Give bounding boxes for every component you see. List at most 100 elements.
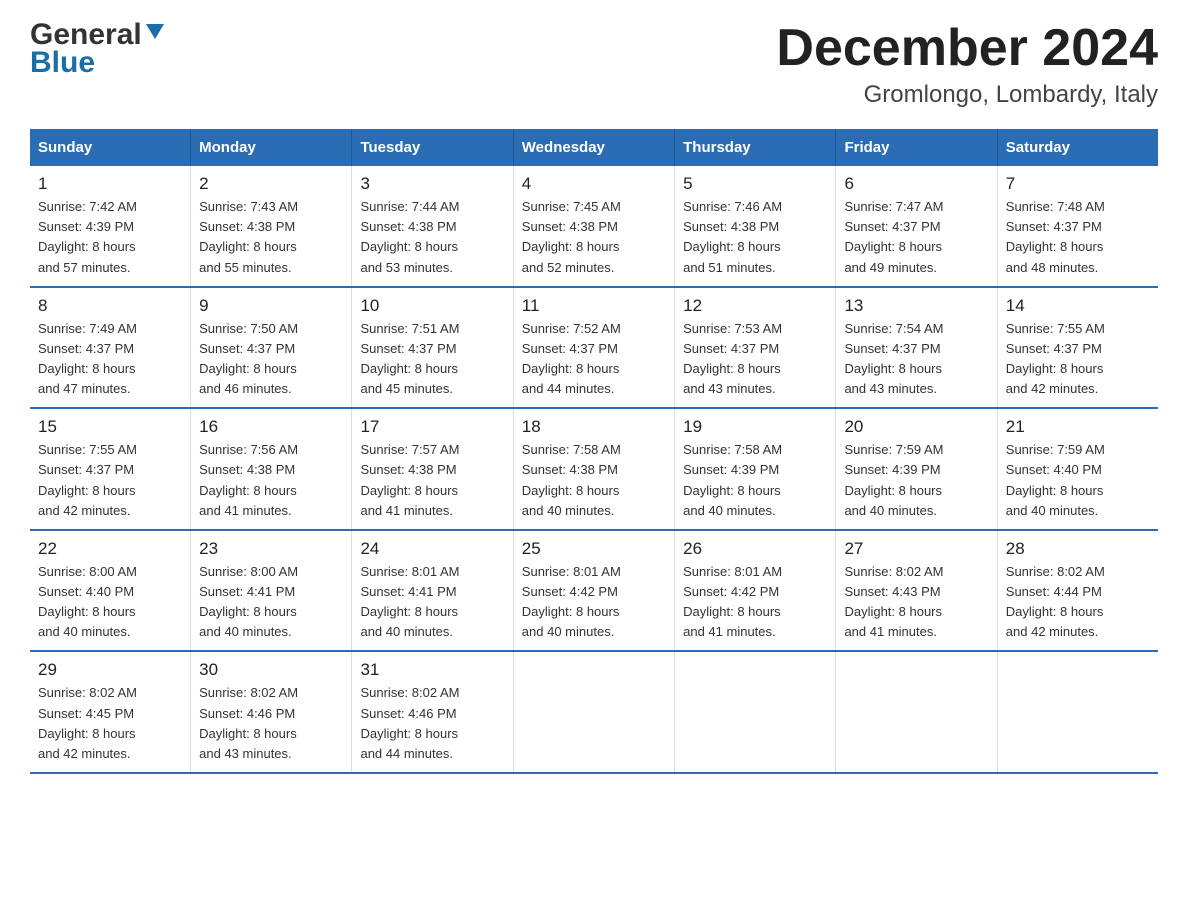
day-info: Sunrise: 7:46 AMSunset: 4:38 PMDaylight:… bbox=[683, 199, 782, 274]
header-friday: Friday bbox=[836, 129, 997, 166]
day-info: Sunrise: 8:00 AMSunset: 4:41 PMDaylight:… bbox=[199, 564, 298, 639]
day-number: 25 bbox=[522, 539, 666, 559]
header-sunday: Sunday bbox=[30, 129, 191, 166]
calendar-cell: 31 Sunrise: 8:02 AMSunset: 4:46 PMDaylig… bbox=[352, 651, 513, 773]
calendar-cell: 6 Sunrise: 7:47 AMSunset: 4:37 PMDayligh… bbox=[836, 166, 997, 287]
day-number: 7 bbox=[1006, 174, 1150, 194]
day-info: Sunrise: 8:02 AMSunset: 4:43 PMDaylight:… bbox=[844, 564, 943, 639]
day-info: Sunrise: 7:48 AMSunset: 4:37 PMDaylight:… bbox=[1006, 199, 1105, 274]
calendar-cell: 12 Sunrise: 7:53 AMSunset: 4:37 PMDaylig… bbox=[675, 287, 836, 409]
header-thursday: Thursday bbox=[675, 129, 836, 166]
day-info: Sunrise: 7:43 AMSunset: 4:38 PMDaylight:… bbox=[199, 199, 298, 274]
calendar-cell: 3 Sunrise: 7:44 AMSunset: 4:38 PMDayligh… bbox=[352, 166, 513, 287]
day-info: Sunrise: 8:02 AMSunset: 4:44 PMDaylight:… bbox=[1006, 564, 1105, 639]
calendar-cell bbox=[836, 651, 997, 773]
calendar-cell: 7 Sunrise: 7:48 AMSunset: 4:37 PMDayligh… bbox=[997, 166, 1158, 287]
calendar-cell: 23 Sunrise: 8:00 AMSunset: 4:41 PMDaylig… bbox=[191, 530, 352, 652]
day-number: 18 bbox=[522, 417, 666, 437]
day-number: 31 bbox=[360, 660, 504, 680]
day-info: Sunrise: 7:51 AMSunset: 4:37 PMDaylight:… bbox=[360, 321, 459, 396]
calendar-cell: 4 Sunrise: 7:45 AMSunset: 4:38 PMDayligh… bbox=[513, 166, 674, 287]
day-info: Sunrise: 8:01 AMSunset: 4:41 PMDaylight:… bbox=[360, 564, 459, 639]
calendar-cell: 5 Sunrise: 7:46 AMSunset: 4:38 PMDayligh… bbox=[675, 166, 836, 287]
day-info: Sunrise: 7:59 AMSunset: 4:39 PMDaylight:… bbox=[844, 442, 943, 517]
logo: General Blue bbox=[30, 20, 166, 78]
day-number: 5 bbox=[683, 174, 827, 194]
day-number: 3 bbox=[360, 174, 504, 194]
header-wednesday: Wednesday bbox=[513, 129, 674, 166]
calendar-cell: 10 Sunrise: 7:51 AMSunset: 4:37 PMDaylig… bbox=[352, 287, 513, 409]
calendar-cell bbox=[513, 651, 674, 773]
logo-arrow-icon bbox=[144, 20, 166, 47]
day-number: 26 bbox=[683, 539, 827, 559]
header-monday: Monday bbox=[191, 129, 352, 166]
calendar-table: Sunday Monday Tuesday Wednesday Thursday… bbox=[30, 129, 1158, 774]
day-info: Sunrise: 7:58 AMSunset: 4:39 PMDaylight:… bbox=[683, 442, 782, 517]
calendar-cell bbox=[997, 651, 1158, 773]
calendar-cell: 30 Sunrise: 8:02 AMSunset: 4:46 PMDaylig… bbox=[191, 651, 352, 773]
day-info: Sunrise: 8:02 AMSunset: 4:46 PMDaylight:… bbox=[360, 685, 459, 760]
calendar-cell: 16 Sunrise: 7:56 AMSunset: 4:38 PMDaylig… bbox=[191, 408, 352, 530]
calendar-week-row: 22 Sunrise: 8:00 AMSunset: 4:40 PMDaylig… bbox=[30, 530, 1158, 652]
day-number: 9 bbox=[199, 296, 343, 316]
calendar-cell: 24 Sunrise: 8:01 AMSunset: 4:41 PMDaylig… bbox=[352, 530, 513, 652]
calendar-cell: 8 Sunrise: 7:49 AMSunset: 4:37 PMDayligh… bbox=[30, 287, 191, 409]
day-info: Sunrise: 7:56 AMSunset: 4:38 PMDaylight:… bbox=[199, 442, 298, 517]
day-number: 22 bbox=[38, 539, 182, 559]
day-number: 19 bbox=[683, 417, 827, 437]
day-info: Sunrise: 7:47 AMSunset: 4:37 PMDaylight:… bbox=[844, 199, 943, 274]
calendar-cell: 20 Sunrise: 7:59 AMSunset: 4:39 PMDaylig… bbox=[836, 408, 997, 530]
logo-blue-text: Blue bbox=[30, 48, 95, 78]
day-info: Sunrise: 8:00 AMSunset: 4:40 PMDaylight:… bbox=[38, 564, 137, 639]
calendar-cell: 28 Sunrise: 8:02 AMSunset: 4:44 PMDaylig… bbox=[997, 530, 1158, 652]
day-number: 13 bbox=[844, 296, 988, 316]
calendar-cell: 17 Sunrise: 7:57 AMSunset: 4:38 PMDaylig… bbox=[352, 408, 513, 530]
calendar-cell: 21 Sunrise: 7:59 AMSunset: 4:40 PMDaylig… bbox=[997, 408, 1158, 530]
day-number: 2 bbox=[199, 174, 343, 194]
day-info: Sunrise: 7:55 AMSunset: 4:37 PMDaylight:… bbox=[38, 442, 137, 517]
day-number: 1 bbox=[38, 174, 182, 194]
page-header: General Blue December 2024 Gromlongo, Lo… bbox=[30, 20, 1158, 109]
day-info: Sunrise: 7:44 AMSunset: 4:38 PMDaylight:… bbox=[360, 199, 459, 274]
day-number: 28 bbox=[1006, 539, 1150, 559]
day-number: 11 bbox=[522, 296, 666, 316]
calendar-cell: 2 Sunrise: 7:43 AMSunset: 4:38 PMDayligh… bbox=[191, 166, 352, 287]
calendar-cell: 22 Sunrise: 8:00 AMSunset: 4:40 PMDaylig… bbox=[30, 530, 191, 652]
day-info: Sunrise: 7:54 AMSunset: 4:37 PMDaylight:… bbox=[844, 321, 943, 396]
day-info: Sunrise: 8:01 AMSunset: 4:42 PMDaylight:… bbox=[683, 564, 782, 639]
calendar-cell bbox=[675, 651, 836, 773]
calendar-cell: 29 Sunrise: 8:02 AMSunset: 4:45 PMDaylig… bbox=[30, 651, 191, 773]
day-number: 14 bbox=[1006, 296, 1150, 316]
day-number: 10 bbox=[360, 296, 504, 316]
page-title: December 2024 bbox=[776, 20, 1158, 77]
day-info: Sunrise: 7:55 AMSunset: 4:37 PMDaylight:… bbox=[1006, 321, 1105, 396]
day-info: Sunrise: 7:52 AMSunset: 4:37 PMDaylight:… bbox=[522, 321, 621, 396]
day-number: 8 bbox=[38, 296, 182, 316]
day-info: Sunrise: 8:02 AMSunset: 4:45 PMDaylight:… bbox=[38, 685, 137, 760]
day-number: 4 bbox=[522, 174, 666, 194]
calendar-week-row: 29 Sunrise: 8:02 AMSunset: 4:45 PMDaylig… bbox=[30, 651, 1158, 773]
day-number: 6 bbox=[844, 174, 988, 194]
calendar-cell: 18 Sunrise: 7:58 AMSunset: 4:38 PMDaylig… bbox=[513, 408, 674, 530]
calendar-cell: 1 Sunrise: 7:42 AMSunset: 4:39 PMDayligh… bbox=[30, 166, 191, 287]
day-number: 27 bbox=[844, 539, 988, 559]
calendar-cell: 9 Sunrise: 7:50 AMSunset: 4:37 PMDayligh… bbox=[191, 287, 352, 409]
calendar-cell: 11 Sunrise: 7:52 AMSunset: 4:37 PMDaylig… bbox=[513, 287, 674, 409]
day-info: Sunrise: 7:42 AMSunset: 4:39 PMDaylight:… bbox=[38, 199, 137, 274]
calendar-cell: 25 Sunrise: 8:01 AMSunset: 4:42 PMDaylig… bbox=[513, 530, 674, 652]
calendar-cell: 19 Sunrise: 7:58 AMSunset: 4:39 PMDaylig… bbox=[675, 408, 836, 530]
day-info: Sunrise: 8:02 AMSunset: 4:46 PMDaylight:… bbox=[199, 685, 298, 760]
header-saturday: Saturday bbox=[997, 129, 1158, 166]
header-tuesday: Tuesday bbox=[352, 129, 513, 166]
day-number: 30 bbox=[199, 660, 343, 680]
calendar-cell: 13 Sunrise: 7:54 AMSunset: 4:37 PMDaylig… bbox=[836, 287, 997, 409]
day-info: Sunrise: 7:59 AMSunset: 4:40 PMDaylight:… bbox=[1006, 442, 1105, 517]
calendar-cell: 27 Sunrise: 8:02 AMSunset: 4:43 PMDaylig… bbox=[836, 530, 997, 652]
calendar-week-row: 1 Sunrise: 7:42 AMSunset: 4:39 PMDayligh… bbox=[30, 166, 1158, 287]
calendar-week-row: 8 Sunrise: 7:49 AMSunset: 4:37 PMDayligh… bbox=[30, 287, 1158, 409]
day-info: Sunrise: 7:45 AMSunset: 4:38 PMDaylight:… bbox=[522, 199, 621, 274]
calendar-week-row: 15 Sunrise: 7:55 AMSunset: 4:37 PMDaylig… bbox=[30, 408, 1158, 530]
title-block: December 2024 Gromlongo, Lombardy, Italy bbox=[776, 20, 1158, 109]
day-number: 21 bbox=[1006, 417, 1150, 437]
day-number: 20 bbox=[844, 417, 988, 437]
